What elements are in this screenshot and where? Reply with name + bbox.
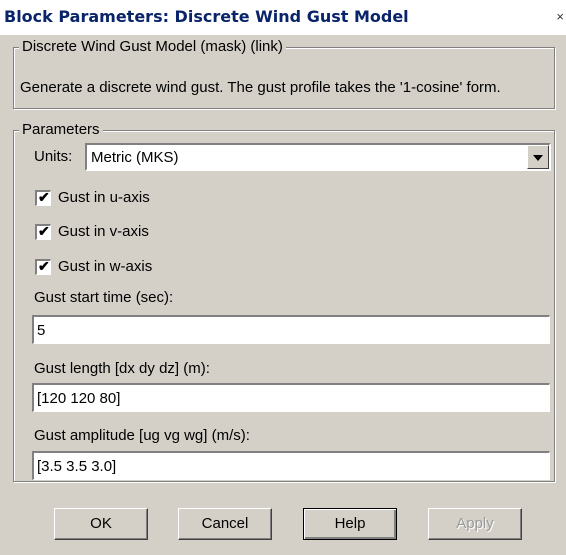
help-button[interactable]: Help: [303, 508, 397, 540]
mask-description: Generate a discrete wind gust. The gust …: [20, 79, 501, 96]
gust-v-axis-checkbox-row[interactable]: ✔ Gust in v-axis: [35, 223, 235, 242]
gust-w-axis-label: Gust in w-axis: [58, 258, 153, 275]
parameters-group-legend: Parameters: [19, 121, 103, 138]
dropdown-button[interactable]: [527, 145, 549, 169]
gust-length-label: Gust length [dx dy dz] (m):: [34, 360, 210, 377]
gust-u-axis-checkbox-row[interactable]: ✔ Gust in u-axis: [35, 189, 235, 208]
window-title: Block Parameters: Discrete Wind Gust Mod…: [4, 7, 409, 26]
close-icon[interactable]: ×: [556, 9, 564, 24]
gust-u-axis-checkbox[interactable]: ✔: [35, 189, 51, 206]
gust-u-axis-label: Gust in u-axis: [58, 189, 150, 206]
mask-group-legend: Discrete Wind Gust Model (mask) (link): [19, 38, 286, 55]
gust-length-value: [120 120 80]: [37, 390, 121, 407]
checkmark-icon: ✔: [38, 189, 50, 205]
units-label: Units:: [34, 148, 73, 165]
mask-group-box: [13, 47, 555, 109]
gust-w-axis-checkbox-row[interactable]: ✔ Gust in w-axis: [35, 258, 235, 277]
gust-w-axis-checkbox[interactable]: ✔: [35, 258, 51, 275]
dialog-client-area: Discrete Wind Gust Model (mask) (link) G…: [0, 35, 566, 555]
gust-amplitude-field[interactable]: [3.5 3.5 3.0]: [32, 451, 550, 480]
ok-button[interactable]: OK: [54, 508, 148, 540]
gust-start-time-field[interactable]: 5: [32, 315, 550, 344]
checkmark-icon: ✔: [38, 223, 50, 239]
gust-amplitude-label: Gust amplitude [ug vg wg] (m/s):: [34, 427, 250, 444]
title-bar[interactable]: Block Parameters: Discrete Wind Gust Mod…: [0, 0, 566, 35]
gust-v-axis-checkbox[interactable]: ✔: [35, 223, 51, 240]
checkmark-icon: ✔: [38, 258, 50, 274]
cancel-button[interactable]: Cancel: [178, 508, 272, 540]
units-selected-value: Metric (MKS): [91, 149, 179, 166]
chevron-down-icon: [533, 155, 543, 161]
block-parameters-dialog: Block Parameters: Discrete Wind Gust Mod…: [0, 0, 566, 555]
units-dropdown[interactable]: Metric (MKS): [85, 143, 551, 171]
gust-amplitude-value: [3.5 3.5 3.0]: [37, 458, 117, 475]
gust-v-axis-label: Gust in v-axis: [58, 223, 149, 240]
gust-start-time-label: Gust start time (sec):: [34, 289, 174, 306]
gust-start-time-value: 5: [37, 322, 46, 339]
apply-button[interactable]: Apply: [428, 508, 522, 540]
gust-length-field[interactable]: [120 120 80]: [32, 383, 550, 412]
